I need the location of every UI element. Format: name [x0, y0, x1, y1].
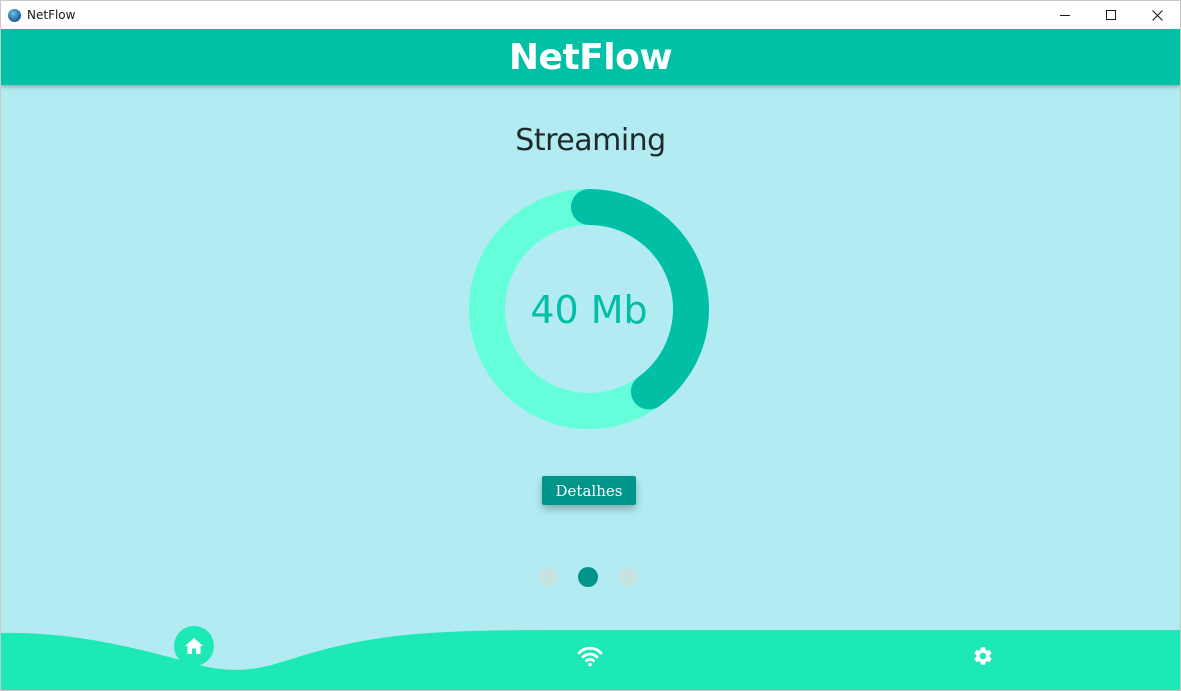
close-button[interactable]	[1134, 1, 1180, 29]
page-dot[interactable]	[538, 567, 558, 587]
page-dot[interactable]	[578, 567, 598, 587]
page-indicator	[538, 567, 638, 587]
window-controls	[1042, 1, 1180, 29]
nav-wifi-button[interactable]	[575, 642, 605, 670]
minimize-icon	[1060, 15, 1070, 16]
gauge-value: 40 Mb	[530, 288, 648, 332]
home-icon	[185, 638, 203, 654]
minimize-button[interactable]	[1042, 1, 1088, 29]
window-title: NetFlow	[27, 8, 76, 22]
maximize-button[interactable]	[1088, 1, 1134, 29]
settings-icon	[974, 647, 992, 665]
app-header: NetFlow	[1, 29, 1180, 85]
wifi-icon	[577, 646, 603, 667]
title-bar: NetFlow	[1, 1, 1180, 29]
page-dot[interactable]	[618, 567, 638, 587]
nav-settings-button[interactable]	[968, 641, 998, 671]
nav-home-button[interactable]	[174, 626, 214, 666]
app-globe-icon	[8, 8, 21, 22]
page-title: Streaming	[515, 123, 666, 158]
details-button[interactable]: Detalhes	[542, 476, 636, 505]
app-window: NetFlow NetFlow Streaming 40 Mb Detalhes	[0, 0, 1181, 691]
maximize-icon	[1106, 10, 1116, 20]
close-icon	[1151, 9, 1163, 21]
app-brand-title: NetFlow	[508, 36, 673, 78]
